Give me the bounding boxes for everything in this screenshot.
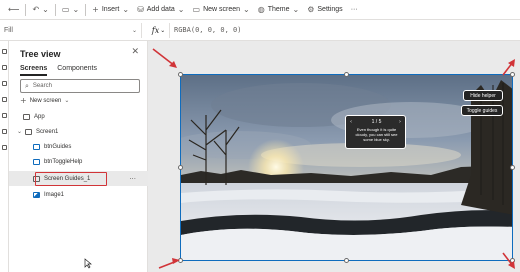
tree-view-title: Tree view (20, 49, 61, 59)
fx-button[interactable]: fx ⌄ (148, 22, 170, 38)
clipboard-icon: ▭ (61, 5, 70, 14)
annotation-arrow-icon (502, 59, 515, 76)
resize-handle[interactable] (178, 72, 183, 77)
search-icon: ⌕ (25, 81, 29, 90)
image-control-icon (33, 191, 40, 198)
annotation-arrow-icon (152, 48, 177, 68)
chevron-down-icon: ⌄ (42, 5, 49, 14)
tree-view-icon[interactable] (2, 49, 7, 54)
chevron-down-icon: ⌄ (292, 5, 300, 14)
tab-components[interactable]: Components (57, 65, 97, 76)
palette-icon: ◍ (257, 5, 265, 14)
more-label: ··· (350, 6, 358, 13)
tree-item-btnguides[interactable]: btnGuides (9, 139, 148, 154)
property-dropdown[interactable]: Fill ⌄ (2, 22, 142, 38)
highlight-box (35, 172, 107, 186)
tab-screens[interactable]: Screens (20, 65, 48, 76)
formula-bar: Fill ⌄ fx ⌄ RGBA(0, 0, 0, 0) (0, 20, 520, 41)
add-data-label: Add data (146, 6, 175, 13)
fx-label: fx (151, 25, 160, 35)
search-rail-icon[interactable] (2, 145, 7, 150)
button-control-icon (33, 158, 40, 165)
more-button[interactable]: ··· (347, 0, 362, 20)
gear-icon: ⚙ (307, 5, 315, 14)
mouse-cursor-icon (84, 258, 92, 269)
divider (85, 3, 87, 16)
annotation-arrow-icon (158, 258, 180, 269)
paste-button[interactable]: ▭ ⌄ (58, 0, 83, 20)
back-button[interactable]: ⟵ (4, 0, 23, 20)
undo-button[interactable]: ↶ ⌄ (28, 0, 52, 20)
new-screen-icon: ▭ (192, 5, 201, 14)
resize-handle[interactable] (178, 165, 183, 170)
settings-label: Settings (317, 6, 343, 13)
theme-label: Theme (267, 6, 290, 13)
search-placeholder: Search (32, 83, 52, 89)
tree-item-label: Screen1 (36, 128, 59, 135)
callout-pager: 1 / 5 (371, 119, 382, 125)
undo-icon: ↶ (32, 5, 40, 14)
tree-view-tabs: Screens Components (20, 65, 97, 76)
settings-button[interactable]: ⚙ Settings (303, 0, 346, 20)
data-icon[interactable] (2, 81, 7, 86)
formula-input[interactable]: RGBA(0, 0, 0, 0) (170, 26, 241, 34)
close-icon[interactable]: ✕ (131, 47, 139, 57)
annotation-arrow-icon (502, 252, 515, 269)
tree-item-screen1[interactable]: ⌄ Screen1 (9, 124, 148, 139)
chevron-down-icon: ⌄ (122, 5, 130, 14)
tree-view-pane: Tree view ✕ Screens Components ⌕ Search … (9, 41, 148, 272)
variables-icon[interactable] (2, 129, 7, 134)
hide-helper-button[interactable]: Hide helper (463, 90, 503, 101)
power-automate-icon[interactable] (2, 113, 7, 118)
theme-button[interactable]: ◍ Theme ⌄ (254, 0, 303, 20)
add-data-button[interactable]: ⛁ Add data ⌄ (133, 0, 188, 20)
resize-handle[interactable] (344, 258, 349, 263)
more-options-icon[interactable]: ··· (129, 175, 136, 183)
resize-handle[interactable] (510, 165, 515, 170)
chevron-down-icon: ⌄ (72, 5, 80, 14)
chevron-down-icon: ⌄ (177, 5, 185, 14)
tree-item-label: App (34, 113, 45, 120)
plus-icon: + (20, 96, 27, 105)
media-icon[interactable] (2, 97, 7, 102)
app-screen-preview[interactable]: Hide helper Toggle guides (180, 74, 513, 261)
chevron-down-icon: ⌄ (131, 26, 137, 34)
back-arrow-icon: ⟵ (8, 5, 20, 14)
screen-icon (25, 128, 33, 135)
resize-handle[interactable] (344, 72, 349, 77)
plus-icon: + (92, 5, 99, 14)
new-screen-tree-label: New screen (29, 97, 62, 104)
chevron-down-icon[interactable]: ⌄ (17, 128, 22, 135)
new-screen-button[interactable]: ▭ New screen ⌄ (189, 0, 254, 20)
guide-callout: ‹ 1 / 5 › Even though it is quite cloudy… (345, 115, 406, 149)
callout-message: Even though it is quite cloudy, you can … (355, 127, 398, 142)
chevron-down-icon: ⌄ (64, 97, 70, 104)
database-icon: ⛁ (137, 5, 144, 14)
property-value: Fill (4, 26, 13, 34)
search-input[interactable]: ⌕ Search (20, 79, 140, 93)
button-control-icon (33, 143, 40, 150)
chevron-down-icon: ⌄ (160, 26, 166, 34)
next-arrow-icon[interactable]: › (399, 119, 401, 125)
left-rail (0, 41, 9, 272)
insert-icon[interactable] (2, 65, 7, 70)
tree-item-app[interactable]: App (9, 109, 148, 124)
insert-button[interactable]: + Insert ⌄ (88, 0, 133, 20)
insert-label: Insert (101, 6, 120, 13)
tree-item-btntogglehelp[interactable]: btnToggleHelp (9, 154, 148, 169)
landscape-photo (181, 75, 512, 260)
divider (25, 3, 27, 16)
app-icon (23, 113, 30, 120)
new-screen-label: New screen (203, 6, 241, 13)
chevron-down-icon: ⌄ (243, 5, 250, 14)
tree-item-label: Image1 (44, 191, 65, 198)
command-bar: ⟵ ↶ ⌄ ▭ ⌄ + Insert ⌄ ⛁ Add data ⌄ ▭ New screen ⌄… (0, 0, 520, 20)
new-screen-tree-button[interactable]: + New screen ⌄ (20, 96, 69, 105)
tree-item-label: btnGuides (44, 143, 72, 150)
divider (54, 3, 56, 16)
tree-item-image1[interactable]: Image1 (9, 187, 148, 202)
tree-item-label: btnToggleHelp (44, 158, 83, 165)
toggle-guides-button[interactable]: Toggle guides (461, 105, 503, 116)
